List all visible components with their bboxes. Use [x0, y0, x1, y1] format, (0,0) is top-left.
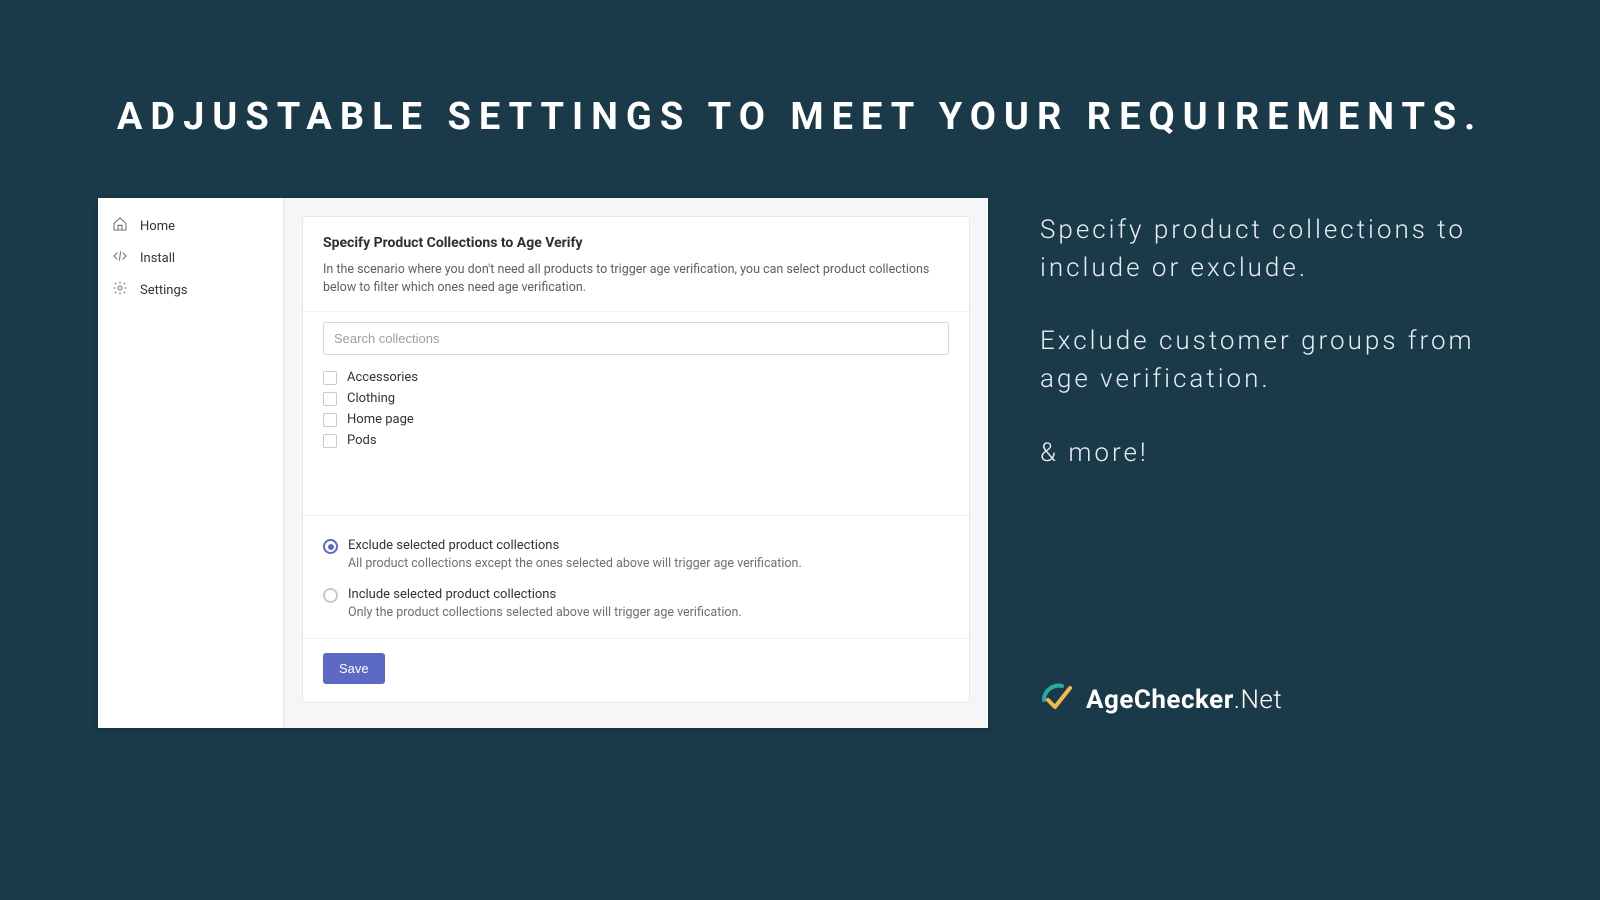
- collection-label: Accessories: [347, 370, 418, 385]
- checkbox-icon[interactable]: [323, 413, 337, 427]
- search-collections-input[interactable]: [323, 322, 949, 355]
- collection-label: Clothing: [347, 391, 395, 406]
- main-content: Specify Product Collections to Age Verif…: [284, 198, 988, 728]
- promo-line-1: Specify product collections to include o…: [1040, 212, 1480, 287]
- sidebar-item-settings[interactable]: Settings: [98, 274, 283, 306]
- sidebar: Home Install Settings: [98, 198, 284, 728]
- promo-line-2: Exclude customer groups from age verific…: [1040, 323, 1480, 398]
- collection-row[interactable]: Home page: [323, 409, 949, 430]
- sidebar-item-home[interactable]: Home: [98, 210, 283, 242]
- sidebar-item-install[interactable]: Install: [98, 242, 283, 274]
- home-icon: [112, 216, 128, 236]
- card-title: Specify Product Collections to Age Verif…: [323, 235, 949, 251]
- radio-icon[interactable]: [323, 588, 338, 603]
- radio-label: Include selected product collections: [348, 587, 556, 603]
- radio-icon[interactable]: [323, 539, 338, 554]
- code-icon: [112, 248, 128, 268]
- sidebar-item-label: Install: [140, 251, 175, 266]
- radio-help-text: Only the product collections selected ab…: [323, 605, 949, 620]
- brand-logo: AgeChecker.Net: [1040, 680, 1282, 720]
- radio-label: Exclude selected product collections: [348, 538, 559, 554]
- sidebar-item-label: Home: [140, 219, 175, 234]
- checkbox-icon[interactable]: [323, 434, 337, 448]
- checkmark-icon: [1040, 680, 1076, 720]
- radio-exclude-row[interactable]: Exclude selected product collections: [323, 532, 949, 556]
- radio-help-text: All product collections except the ones …: [323, 556, 949, 571]
- collection-row[interactable]: Accessories: [323, 367, 949, 388]
- radio-include-row[interactable]: Include selected product collections: [323, 581, 949, 605]
- checkbox-icon[interactable]: [323, 392, 337, 406]
- save-button[interactable]: Save: [323, 653, 385, 684]
- settings-card: Specify Product Collections to Age Verif…: [302, 216, 970, 703]
- sidebar-item-label: Settings: [140, 283, 187, 298]
- promo-line-3: & more!: [1040, 435, 1480, 473]
- collection-label: Pods: [347, 433, 377, 448]
- collection-row[interactable]: Pods: [323, 430, 949, 451]
- gear-icon: [112, 280, 128, 300]
- app-window: Home Install Settings Specify Product Co…: [98, 198, 988, 728]
- checkbox-icon[interactable]: [323, 371, 337, 385]
- card-description: In the scenario where you don't need all…: [323, 261, 949, 297]
- brand-text: AgeChecker.Net: [1086, 685, 1282, 715]
- collection-row[interactable]: Clothing: [323, 388, 949, 409]
- collection-label: Home page: [347, 412, 414, 427]
- promo-copy: Specify product collections to include o…: [1040, 212, 1480, 508]
- hero-title: ADJUSTABLE SETTINGS TO MEET YOUR REQUIRE…: [0, 0, 1600, 139]
